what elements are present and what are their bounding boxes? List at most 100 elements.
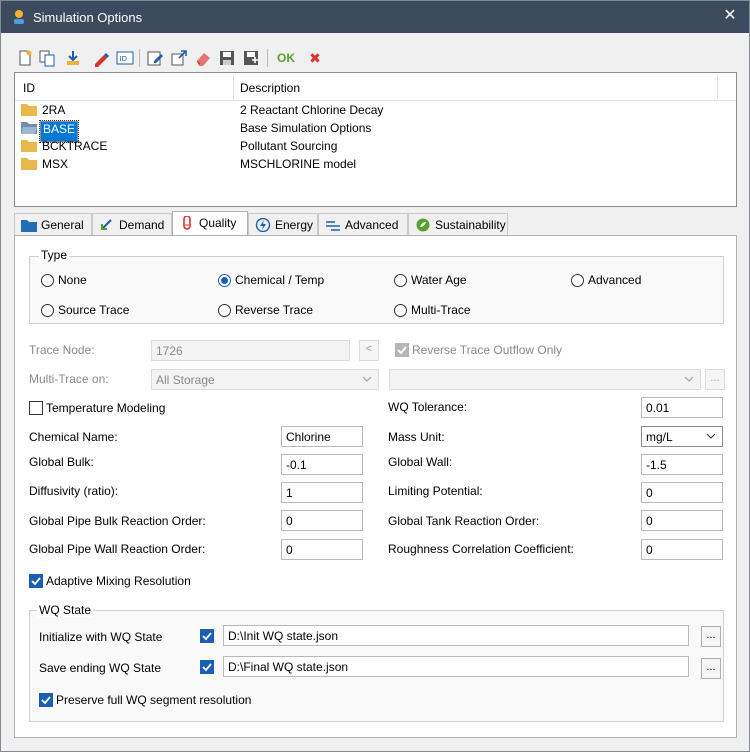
init-wq-state-checkbox[interactable]: [200, 629, 214, 643]
new-icon[interactable]: [15, 47, 35, 69]
list-item[interactable]: BASE Base Simulation Options: [15, 119, 715, 143]
column-divider[interactable]: [233, 75, 234, 99]
global-bulk-label: Global Bulk:: [29, 455, 94, 469]
tab-advanced[interactable]: Advanced: [318, 213, 408, 235]
options-list[interactable]: ID Description 2RA 2 Reactant Chlorine D…: [14, 72, 737, 207]
energy-icon: [255, 218, 271, 232]
adaptive-mixing-checkbox[interactable]: [29, 574, 43, 588]
quality-panel: Type None Chemical / Temp Water Age Adva…: [14, 235, 737, 738]
wq-state-group-label: WQ State: [37, 603, 94, 617]
duplicate-icon[interactable]: [37, 47, 57, 69]
type-group-label: Type: [39, 248, 70, 262]
tab-quality[interactable]: Quality: [172, 211, 248, 236]
chevron-down-icon: [362, 376, 372, 382]
multi-trace-browse-button[interactable]: ...: [705, 369, 725, 390]
diffusivity-label: Diffusivity (ratio):: [29, 484, 119, 498]
save-all-icon[interactable]: [241, 47, 261, 69]
export-icon[interactable]: [169, 47, 189, 69]
ok-button[interactable]: OK: [277, 47, 299, 69]
mass-unit-select[interactable]: mg/L: [641, 426, 723, 447]
column-header-id[interactable]: ID: [23, 81, 35, 95]
trace-node-input[interactable]: 1726: [151, 340, 350, 361]
multi-trace-second-select[interactable]: [389, 369, 701, 390]
rename-icon[interactable]: [91, 47, 111, 69]
simulation-options-window: Simulation Options ✕ ID OK ✖ ID Descript…: [0, 0, 750, 752]
init-wq-state-label: Initialize with WQ State: [39, 630, 163, 644]
list-item[interactable]: MSX MSCHLORINE model: [15, 155, 715, 173]
multi-trace-select[interactable]: All Storage: [151, 369, 379, 390]
demand-icon: [101, 219, 112, 230]
tab-sustainability[interactable]: Sustainability: [408, 213, 508, 235]
temperature-modeling-checkbox[interactable]: [29, 401, 43, 415]
id-card-icon[interactable]: ID: [115, 47, 135, 69]
diffusivity-input[interactable]: 1: [281, 482, 363, 503]
list-item-description: MSCHLORINE model: [240, 157, 357, 171]
chemical-name-label: Chemical Name:: [29, 430, 118, 444]
limiting-potential-input[interactable]: 0: [641, 482, 723, 503]
preserve-resolution-label: Preserve full WQ segment resolution: [56, 693, 252, 707]
save-wq-state-checkbox[interactable]: [200, 660, 214, 674]
chemical-name-input[interactable]: Chlorine: [281, 426, 363, 447]
tank-order-label: Global Tank Reaction Order:: [388, 514, 540, 528]
list-item[interactable]: 2RA 2 Reactant Chlorine Decay: [15, 101, 715, 119]
import-icon[interactable]: [63, 47, 83, 69]
roughness-coeff-label: Roughness Correlation Coefficient:: [388, 542, 574, 556]
save-wq-state-path[interactable]: D:\Final WQ state.json: [223, 656, 689, 677]
cancel-icon[interactable]: ✖: [305, 47, 325, 69]
advanced-icon: [326, 221, 340, 231]
toolbar-separator: [139, 49, 140, 67]
list-item-id: 2RA: [42, 103, 66, 117]
preserve-resolution-checkbox[interactable]: [39, 693, 53, 707]
tank-order-input[interactable]: 0: [641, 510, 723, 531]
pipe-bulk-order-label: Global Pipe Bulk Reaction Order:: [29, 514, 206, 528]
column-header-description[interactable]: Description: [240, 81, 300, 95]
adaptive-mixing-label: Adaptive Mixing Resolution: [46, 574, 191, 588]
pipe-wall-order-label: Global Pipe Wall Reaction Order:: [29, 542, 206, 556]
reverse-outflow-checkbox[interactable]: [395, 343, 409, 357]
init-wq-state-browse-button[interactable]: ...: [701, 626, 721, 647]
list-item-description: 2 Reactant Chlorine Decay: [240, 103, 384, 117]
svg-text:ID: ID: [120, 55, 127, 63]
folder-icon: [21, 158, 37, 170]
close-icon[interactable]: ✕: [721, 7, 739, 25]
global-bulk-input[interactable]: -0.1: [281, 454, 363, 475]
delete-icon[interactable]: [193, 47, 213, 69]
sustainability-icon: [416, 218, 430, 232]
edit-icon[interactable]: [145, 47, 165, 69]
tab-strip: General Demand Quality Energy Advanced S…: [14, 211, 737, 236]
open-folder-icon: [21, 122, 37, 134]
global-wall-label: Global Wall:: [388, 455, 453, 469]
tab-general[interactable]: General: [14, 213, 92, 235]
multi-trace-label: Multi-Trace on:: [29, 372, 109, 386]
init-wq-state-path[interactable]: D:\Init WQ state.json: [223, 625, 689, 646]
trace-node-pick-button[interactable]: <: [359, 340, 379, 361]
toolbar-separator: [267, 49, 268, 67]
mass-unit-label: Mass Unit:: [388, 430, 445, 444]
tab-demand[interactable]: Demand: [92, 213, 172, 235]
type-group: [29, 256, 724, 324]
tab-energy[interactable]: Energy: [248, 213, 318, 235]
quality-icon: [183, 216, 191, 230]
save-icon[interactable]: [217, 47, 237, 69]
save-wq-state-browse-button[interactable]: ...: [701, 658, 721, 679]
title-bar: Simulation Options ✕: [1, 1, 749, 33]
wq-tolerance-label: WQ Tolerance:: [388, 400, 468, 414]
trace-node-label: Trace Node:: [29, 343, 95, 357]
column-divider[interactable]: [717, 75, 718, 99]
pipe-wall-order-input[interactable]: 0: [281, 539, 363, 560]
list-item-description: Base Simulation Options: [240, 121, 372, 135]
pipe-bulk-order-input[interactable]: 0: [281, 510, 363, 531]
temperature-modeling-label: Temperature Modeling: [46, 401, 166, 415]
wq-tolerance-input[interactable]: 0.01: [641, 397, 723, 418]
chevron-down-icon: [706, 433, 716, 439]
global-wall-input[interactable]: -1.5: [641, 454, 723, 475]
save-wq-state-label: Save ending WQ State: [39, 661, 162, 675]
toolbar: ID OK ✖: [11, 45, 741, 71]
chevron-down-icon: [684, 376, 694, 382]
roughness-coeff-input[interactable]: 0: [641, 539, 723, 560]
list-header: ID Description: [15, 73, 736, 101]
list-item-description: Pollutant Sourcing: [240, 139, 338, 153]
window-title: Simulation Options: [33, 10, 143, 25]
list-item[interactable]: BCKTRACE Pollutant Sourcing: [15, 137, 715, 155]
reverse-outflow-label: Reverse Trace Outflow Only: [412, 343, 563, 357]
